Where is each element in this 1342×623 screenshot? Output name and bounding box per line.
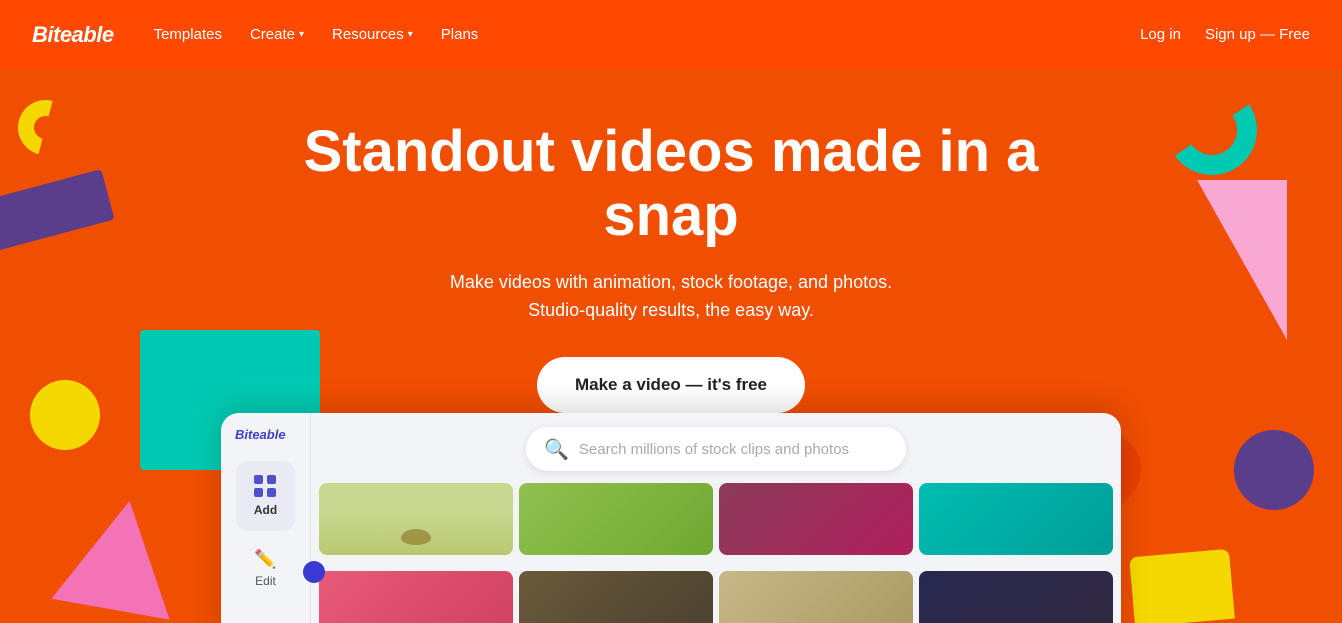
nav-templates[interactable]: Templates: [154, 26, 222, 43]
nav-links: Templates Create ▾ Resources ▾ Plans: [154, 26, 1140, 43]
grid-icon: [254, 475, 276, 497]
deco-yellow-bottom-right: [1129, 549, 1235, 623]
thumb-grapes[interactable]: [519, 483, 713, 555]
deco-purple-circle-right: [1234, 430, 1314, 510]
thumb-woman[interactable]: [319, 571, 513, 623]
thumb-mountains[interactable]: [719, 571, 913, 623]
thumb-dark-scene[interactable]: [519, 571, 713, 623]
hero-subtitle: Make videos with animation, stock footag…: [450, 268, 892, 326]
add-label: Add: [254, 503, 277, 517]
search-placeholder: Search millions of stock clips and photo…: [579, 441, 849, 458]
nav-right: Log in Sign up — Free: [1140, 26, 1310, 43]
chevron-down-icon: ▾: [299, 29, 304, 40]
nav-logo[interactable]: Biteable: [32, 22, 114, 48]
hero-cta-button[interactable]: Make a video — it's free: [537, 357, 805, 413]
pencil-icon: ✏️: [254, 549, 276, 570]
nav-resources[interactable]: Resources ▾: [332, 26, 413, 43]
media-grid-row2: [311, 563, 1121, 623]
edit-button[interactable]: ✏️ Edit: [254, 549, 276, 588]
search-icon: 🔍: [544, 437, 569, 462]
thumb-hummingbird[interactable]: [319, 483, 513, 555]
hero-content: Standout videos made in a snap Make vide…: [0, 90, 1342, 413]
chevron-down-icon: ▾: [408, 29, 413, 40]
add-button[interactable]: Add: [236, 461, 295, 531]
edit-label: Edit: [255, 574, 276, 588]
app-main: 🔍 Search millions of stock clips and pho…: [311, 413, 1121, 623]
thumb-vr[interactable]: [919, 571, 1113, 623]
thumb-teal[interactable]: [919, 483, 1113, 555]
login-button[interactable]: Log in: [1140, 26, 1181, 43]
deco-pink-triangle-left: [51, 490, 188, 619]
app-logo: Biteable: [235, 427, 286, 442]
thumb-pink-dark[interactable]: [719, 483, 913, 555]
nav-create[interactable]: Create ▾: [250, 26, 304, 43]
app-preview: Biteable Add ✏️ Edit 🔍 Search millions o…: [221, 413, 1121, 623]
signup-button[interactable]: Sign up — Free: [1205, 26, 1310, 43]
media-grid: [311, 475, 1121, 563]
search-bar[interactable]: 🔍 Search millions of stock clips and pho…: [526, 427, 906, 471]
hero-section: Biteable Templates Create ▾ Resources ▾ …: [0, 0, 1342, 623]
nav-plans[interactable]: Plans: [441, 26, 479, 43]
profile-dot: [303, 561, 325, 583]
hero-title: Standout videos made in a snap: [281, 120, 1061, 248]
app-sidebar: Biteable Add ✏️ Edit: [221, 413, 311, 623]
navbar: Biteable Templates Create ▾ Resources ▾ …: [0, 0, 1342, 69]
